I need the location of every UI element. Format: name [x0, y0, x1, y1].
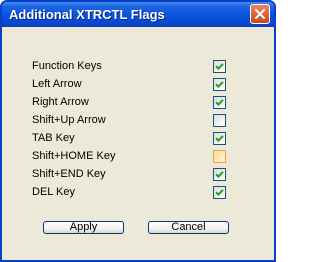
flag-row: Shift+Up Arrow	[32, 113, 232, 129]
close-icon	[251, 5, 269, 23]
flag-label: Function Keys	[32, 60, 102, 72]
check-icon	[214, 133, 225, 144]
flag-label: Shift+HOME Key	[32, 150, 116, 162]
flag-row: TAB Key	[32, 131, 232, 147]
apply-button[interactable]: Apply	[43, 221, 124, 234]
check-icon	[214, 79, 225, 90]
flag-row: Shift+HOME Key	[32, 149, 232, 165]
close-button[interactable]	[250, 4, 270, 24]
flag-row: Left Arrow	[32, 77, 232, 93]
flag-checkbox[interactable]	[213, 96, 226, 109]
flag-checkbox[interactable]	[213, 186, 226, 199]
cancel-button[interactable]: Cancel	[148, 221, 229, 234]
flag-label: TAB Key	[32, 132, 75, 144]
flag-checkbox[interactable]	[213, 114, 226, 127]
flag-label: Left Arrow	[32, 78, 82, 90]
window-title: Additional XTRCTL Flags	[9, 7, 165, 22]
check-icon	[214, 97, 225, 108]
flag-label: Shift+END Key	[32, 168, 106, 180]
flag-checkbox[interactable]	[213, 150, 226, 163]
title-bar[interactable]: Additional XTRCTL Flags	[2, 2, 274, 27]
flag-row: Right Arrow	[32, 95, 232, 111]
check-icon	[214, 187, 225, 198]
flag-row: DEL Key	[32, 185, 232, 201]
flag-checkbox[interactable]	[213, 78, 226, 91]
flag-row: Function Keys	[32, 59, 232, 75]
flag-checkbox[interactable]	[213, 132, 226, 145]
flag-row: Shift+END Key	[32, 167, 232, 183]
flag-label: Right Arrow	[32, 96, 89, 108]
flag-checkbox[interactable]	[213, 168, 226, 181]
check-icon	[214, 61, 225, 72]
flag-label: DEL Key	[32, 186, 76, 198]
dialog-window: Additional XTRCTL Flags Function Keys Lef…	[0, 0, 276, 262]
flag-label: Shift+Up Arrow	[32, 114, 106, 126]
check-icon	[214, 169, 225, 180]
flag-checkbox[interactable]	[213, 60, 226, 73]
